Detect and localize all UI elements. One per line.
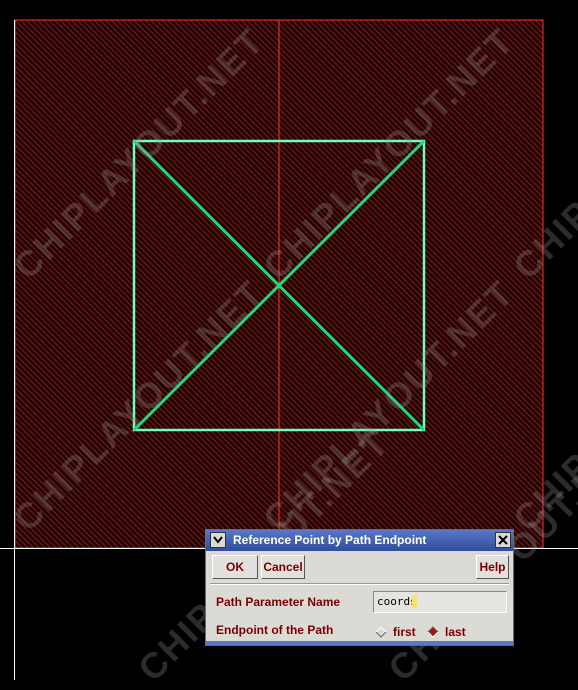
cancel-button[interactable]: Cancel	[261, 555, 305, 579]
endpoint-option-first[interactable]: first	[375, 625, 416, 639]
help-button[interactable]: Help	[476, 555, 509, 579]
endpoint-label: Endpoint of the Path	[216, 623, 334, 637]
ok-button[interactable]: OK	[212, 555, 258, 579]
endpoint-option-last-label: last	[445, 625, 466, 639]
path-param-label: Path Parameter Name	[216, 595, 341, 609]
text-cursor	[411, 595, 417, 608]
dialog-title: Reference Point by Path Endpoint	[233, 533, 427, 547]
reference-point-dialog: Reference Point by Path Endpoint OK Canc…	[205, 529, 514, 646]
radio-off-icon	[375, 626, 387, 638]
dialog-bottom-border	[206, 641, 513, 645]
separator	[210, 583, 509, 585]
radio-on-icon	[427, 626, 439, 638]
path-param-input[interactable]: coords	[373, 591, 507, 613]
endpoint-option-last[interactable]: last	[427, 625, 466, 639]
close-icon[interactable]	[495, 532, 511, 548]
dialog-titlebar[interactable]: Reference Point by Path Endpoint	[206, 530, 513, 551]
endpoint-option-first-label: first	[393, 625, 416, 639]
chevron-down-icon[interactable]	[210, 532, 226, 548]
